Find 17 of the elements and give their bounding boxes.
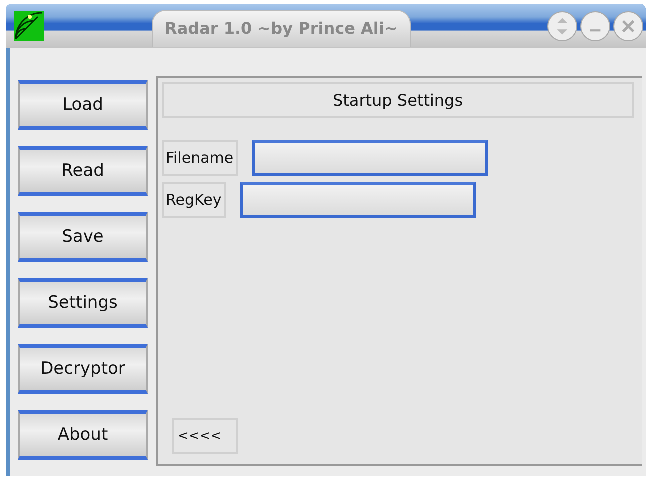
sidebar-button[interactable]: Load [18,80,148,130]
window-title: Radar 1.0 ~by Prince Ali~ [165,19,398,38]
input-field[interactable] [240,182,476,218]
input-field[interactable] [252,140,488,176]
close-icon[interactable] [613,10,644,42]
back-button[interactable]: <<<< [172,418,238,454]
sidebar-button[interactable]: Settings [18,278,148,328]
sidebar-button[interactable]: About [18,410,148,460]
sidebar-button[interactable]: Read [18,146,148,196]
sidebar-button[interactable]: Decryptor [18,344,148,394]
minimize-icon[interactable] [580,10,611,42]
field-label: RegKey [162,182,226,218]
radar-icon [14,11,44,41]
field-label: Filename [162,140,238,176]
sidebar-button[interactable]: Save [18,212,148,262]
panel-heading: Startup Settings [162,82,634,118]
resize-icon[interactable] [547,10,578,42]
